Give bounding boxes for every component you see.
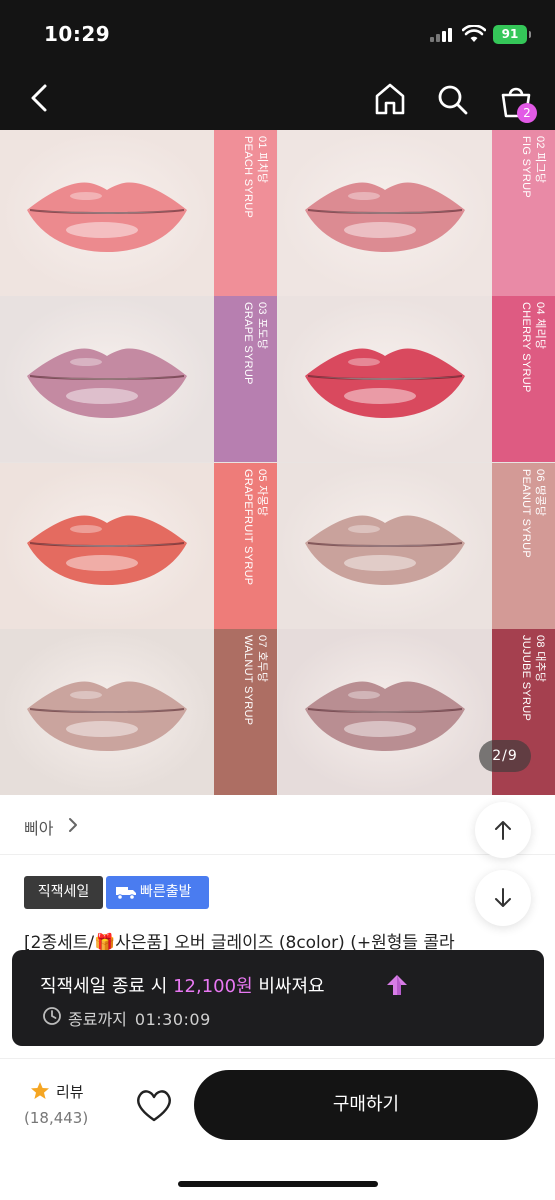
toast-price: 12,100원 (173, 976, 253, 997)
shade-number: 07 호두당 (256, 634, 268, 683)
status-bar: 10:29 91 (0, 0, 555, 68)
heart-icon[interactable] (134, 1087, 174, 1123)
review-label[interactable]: 리뷰 (56, 1081, 84, 1102)
shade-number: 08 대추당 (534, 634, 546, 683)
shade-number: 01 피치당 (256, 136, 268, 184)
fast-shipping-label: 빠른출발 (140, 884, 192, 900)
arrow-down-icon (495, 888, 511, 907)
product-image-gallery[interactable]: 01 피치당 PEACH SYRUP 02 피그당 FIG SYRUP 03 포도당 GR… (0, 130, 555, 795)
lip-photo (0, 130, 214, 296)
countdown-row: 종료까지 01:30:09 (68, 1006, 211, 1030)
swatch-tile: 07 호두당 WALNUT SYRUP (0, 628, 277, 795)
lip-photo (278, 130, 492, 296)
swatch-tile: 05 자몽당 GRAPEFRUIT SYRUP (0, 462, 277, 629)
lip-photo (278, 462, 492, 629)
color-label-strip: 05 자몽당 GRAPEFRUIT SYRUP (214, 462, 277, 629)
arrow-up-icon (495, 821, 511, 840)
toast-prefix: 직잭세일 종료 시 (40, 976, 174, 997)
image-counter: 2/9 (479, 740, 531, 772)
shade-name: GRAPEFRUIT SYRUP (242, 468, 254, 585)
status-time: 10:29 (44, 22, 111, 46)
shade-label: 03 포도당 GRAPE SYRUP (214, 296, 277, 462)
shade-label: 05 자몽당 GRAPEFRUIT SYRUP (214, 463, 277, 629)
truck-icon (116, 887, 136, 900)
toast-message: 직잭세일 종료 시 12,100원 비싸져요 (40, 972, 325, 998)
cart-count-badge: 2 (517, 103, 537, 123)
chevron-left-icon[interactable] (24, 82, 56, 114)
shade-number: 05 자몽당 (256, 468, 268, 516)
color-label-strip: 06 땅콩당 PEANUT SYRUP (492, 462, 555, 629)
shade-number: 04 체리당 (534, 302, 546, 350)
chevron-right-icon (69, 818, 77, 832)
swatch-tile: 03 포도당 GRAPE SYRUP (0, 296, 277, 463)
toast-suffix: 비싸져요 (252, 976, 325, 997)
battery-icon: 91 (493, 25, 531, 44)
signal-icon (430, 28, 454, 42)
shade-name: FIG SYRUP (520, 136, 532, 198)
lips-image (27, 514, 187, 585)
shade-label: 07 호두당 WALNUT SYRUP (214, 629, 277, 795)
lips-image (305, 348, 465, 419)
lip-photo (0, 296, 214, 463)
wifi-icon (462, 25, 486, 42)
lips-image (305, 514, 465, 585)
brand-name[interactable]: 삐아 (24, 815, 53, 839)
shade-number: 03 포도당 (256, 302, 268, 350)
shade-number: 06 땅콩당 (534, 468, 546, 516)
countdown-label: 종료까지 (68, 1010, 127, 1029)
scroll-up-button[interactable] (475, 802, 531, 858)
shade-name: WALNUT SYRUP (242, 634, 254, 726)
clock-icon (43, 1007, 61, 1025)
sale-ending-toast[interactable]: 직잭세일 종료 시 12,100원 비싸져요 종료까지 01:30:09 (12, 950, 544, 1046)
product-page: 10:29 91 2 01 피치당 PEACH SYRUP 02 피그당 FIG SY… (0, 0, 555, 1200)
lips-image (27, 681, 187, 751)
shade-name: CHERRY SYRUP (520, 302, 532, 393)
fast-shipping-badge: 빠른출발 (106, 876, 209, 909)
shade-name: PEACH SYRUP (242, 136, 254, 219)
lips-image (305, 681, 465, 751)
star-icon (31, 1082, 49, 1099)
countdown-timer: 01:30:09 (134, 1010, 211, 1029)
swatch-tile: 06 땅콩당 PEANUT SYRUP (278, 462, 555, 629)
swatch-tile: 01 피치당 PEACH SYRUP (0, 130, 277, 296)
sale-badge: 직잭세일 (24, 876, 103, 909)
top-nav-bar (0, 68, 555, 130)
scroll-down-button[interactable] (475, 870, 531, 926)
lip-photo (278, 296, 492, 463)
home-indicator (178, 1181, 378, 1187)
lip-photo (0, 628, 214, 795)
shade-label: 02 피그당 FIG SYRUP (492, 130, 555, 296)
arrow-up-gem-icon (387, 975, 407, 995)
shade-label: 04 체리당 CHERRY SYRUP (492, 296, 555, 462)
color-label-strip: 07 호두당 WALNUT SYRUP (214, 628, 277, 795)
color-label-strip: 04 체리당 CHERRY SYRUP (492, 296, 555, 463)
brand-row[interactable]: 삐아 (0, 795, 555, 855)
lips-image (305, 182, 465, 252)
lips-image (27, 348, 187, 419)
shade-label: 01 피치당 PEACH SYRUP (214, 130, 277, 296)
home-icon[interactable] (372, 81, 408, 117)
lip-photo (278, 628, 492, 795)
buy-button[interactable]: 구매하기 (194, 1070, 538, 1140)
search-icon[interactable] (434, 81, 470, 117)
color-label-strip: 02 피그당 FIG SYRUP (492, 130, 555, 296)
lips-image (27, 182, 187, 252)
color-label-strip: 03 포도당 GRAPE SYRUP (214, 296, 277, 463)
review-count[interactable]: (18,443) (24, 1109, 88, 1127)
shade-number: 02 피그당 (534, 136, 546, 184)
swatch-tile: 04 체리당 CHERRY SYRUP (278, 296, 555, 463)
shade-name: PEANUT SYRUP (520, 468, 532, 558)
lip-photo (0, 462, 214, 629)
color-label-strip: 01 피치당 PEACH SYRUP (214, 130, 277, 296)
shade-label: 06 땅콩당 PEANUT SYRUP (492, 463, 555, 629)
shade-name: GRAPE SYRUP (242, 302, 254, 386)
swatch-tile: 02 피그당 FIG SYRUP (278, 130, 555, 296)
bottom-action-bar: 리뷰 (18,443) 구매하기 (0, 1058, 555, 1200)
